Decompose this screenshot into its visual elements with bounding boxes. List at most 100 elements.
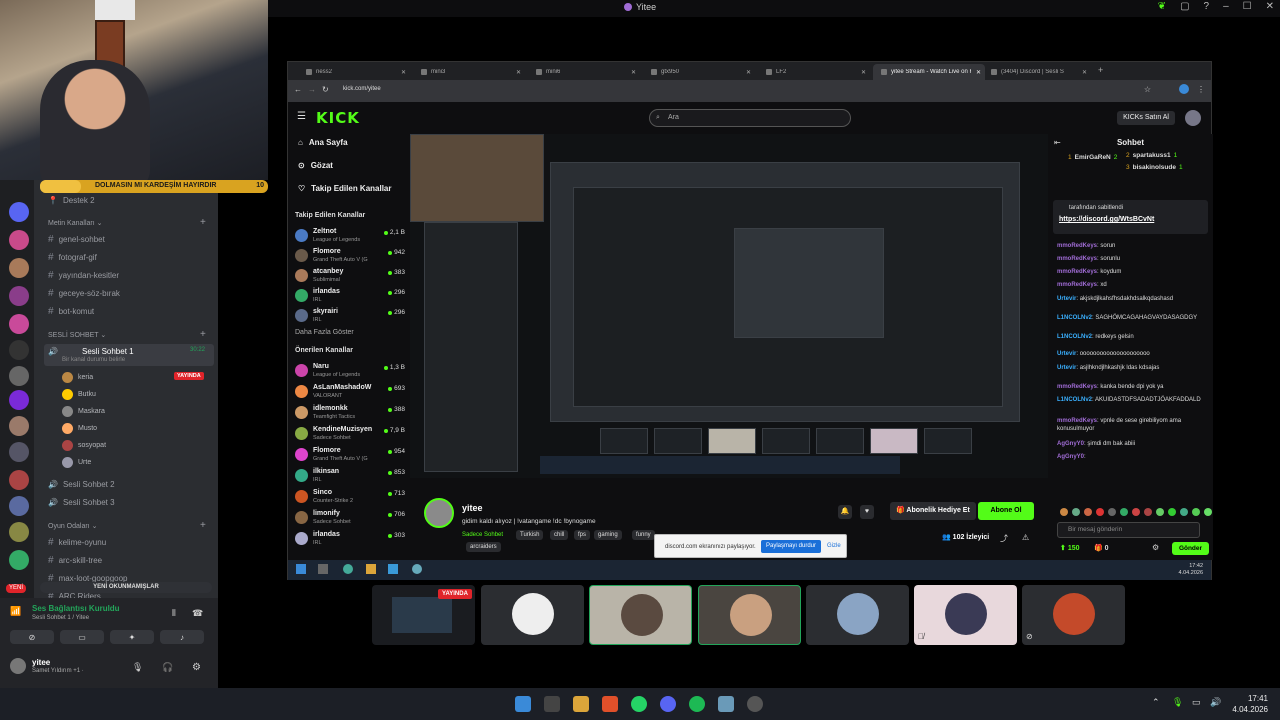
inner-app-icon[interactable]: [388, 564, 398, 574]
chat-username[interactable]: AgGnyY0: [1057, 454, 1084, 460]
inner-chrome-icon[interactable]: [343, 564, 353, 574]
voice-user[interactable]: keria YAYINDA: [62, 370, 204, 384]
category-game-rooms[interactable]: Oyun Odaları ⌄: [48, 522, 97, 530]
user-avatar[interactable]: [1185, 110, 1201, 126]
search-input[interactable]: ⌕ Ara: [649, 109, 851, 127]
server-icon[interactable]: [9, 390, 29, 410]
server-icon[interactable]: [9, 314, 29, 334]
soundboard-button[interactable]: ♪: [160, 630, 204, 644]
stream-tag[interactable]: Sadece Sohbet: [462, 530, 507, 540]
nav-item[interactable]: ♡ Takip Edilen Kanallar: [298, 184, 392, 193]
chat-message[interactable]: Urtevir: asjlhkndjlhkashjk ldas kdsajas: [1057, 364, 1207, 372]
active-voice-channel[interactable]: 🔊 Sesli Sohbet 1 30:22 Bir kanal durumu …: [44, 344, 214, 366]
app-icon[interactable]: [718, 696, 734, 712]
server-icon[interactable]: [9, 366, 29, 386]
chat-username[interactable]: Urtevir: [1057, 351, 1076, 357]
participant-tile[interactable]: [806, 585, 909, 645]
stream-tag[interactable]: chill: [550, 530, 569, 540]
server-icon[interactable]: [9, 496, 29, 516]
chat-message[interactable]: mmoRedKeys: koydum: [1057, 268, 1207, 276]
voice-user[interactable]: Maskara: [62, 404, 105, 418]
text-channel[interactable]: # yayından-kesitler: [48, 268, 119, 282]
voice-user[interactable]: sosyopat: [62, 438, 106, 452]
stream-tag[interactable]: Turkish: [516, 530, 544, 540]
followed-channel[interactable]: Zeltnot League of Legends 2,1 B: [295, 227, 405, 247]
start-icon[interactable]: [515, 696, 531, 712]
camera-off-button[interactable]: ⊘: [10, 630, 54, 644]
send-button[interactable]: Gönder: [1172, 542, 1209, 555]
recommended-channel[interactable]: ilkinsan IRL 853: [295, 467, 405, 487]
chat-settings-icon[interactable]: ⚙: [1152, 543, 1159, 552]
add-channel-icon[interactable]: +: [200, 217, 206, 228]
game-channel[interactable]: # kelime-oyunu: [48, 535, 106, 549]
emote-icon[interactable]: [1072, 508, 1080, 516]
menu-icon[interactable]: ⋮: [1197, 85, 1205, 94]
maximize-icon[interactable]: ☐: [1243, 1, 1252, 12]
spotify-icon[interactable]: [689, 696, 705, 712]
chat-username[interactable]: mmoRedKeys: [1057, 256, 1097, 262]
headphones-icon[interactable]: 🎧: [162, 662, 173, 673]
forward-icon[interactable]: →: [308, 85, 316, 94]
recommended-channel[interactable]: idlemonkk Teamfight Tactics 388: [295, 404, 405, 424]
pinned-message[interactable]: tarafından sabitlendi https://discord.gg…: [1053, 200, 1208, 234]
browser-tab[interactable]: ness2 ✕: [298, 64, 410, 80]
discord-icon[interactable]: [660, 696, 676, 712]
text-channel[interactable]: # genel-sohbet: [48, 232, 105, 246]
heart-icon[interactable]: ♥: [860, 505, 874, 519]
noise-icon[interactable]: ⫴: [172, 608, 176, 619]
browser-tab[interactable]: yitee Stream - Watch Live on K ✕: [873, 64, 985, 80]
inner-search-icon[interactable]: [318, 564, 328, 574]
category-voice[interactable]: SESLİ SOHBET ⌄: [48, 331, 106, 339]
bell-icon[interactable]: 🔔: [838, 505, 852, 519]
task-view-icon[interactable]: [544, 696, 560, 712]
report-icon[interactable]: ⚠: [1022, 533, 1029, 542]
file-explorer-icon[interactable]: [573, 696, 589, 712]
emote-icon[interactable]: [1120, 508, 1128, 516]
profile-icon[interactable]: [1179, 84, 1189, 94]
kick-logo[interactable]: KICK: [316, 109, 360, 127]
chat-message[interactable]: mmoRedKeys: kanka bende dpi yok ya: [1057, 383, 1207, 391]
share-icon[interactable]: ⤴: [1000, 533, 1008, 544]
inner-start-icon[interactable]: [296, 564, 306, 574]
browser-tab[interactable]: gtx950 ✕: [643, 64, 755, 80]
server-icon[interactable]: [9, 202, 29, 222]
network-icon[interactable]: ▭: [1192, 697, 1201, 708]
chat-message[interactable]: Urtevir: akjskdjlkahsfhsdakhdsalkqdashas…: [1057, 295, 1207, 303]
add-channel-icon[interactable]: +: [200, 329, 206, 340]
voice-user[interactable]: Musto: [62, 421, 97, 435]
emote-icon[interactable]: [1204, 508, 1212, 516]
gift-subscription-button[interactable]: 🎁 Abonelik Hediye Et: [890, 502, 976, 520]
avatar[interactable]: [10, 658, 26, 674]
server-icon[interactable]: [9, 522, 29, 542]
followed-channel[interactable]: Flomore Grand Theft Auto V (G... 942: [295, 247, 405, 267]
chat-message[interactable]: mmoRedKeys: vpnle de sese girebiliyom am…: [1057, 417, 1207, 433]
participant-tile[interactable]: [481, 585, 584, 645]
recommended-channel[interactable]: Flomore Grand Theft Auto V (G... 954: [295, 446, 405, 466]
new-tab-icon[interactable]: +: [1098, 65, 1103, 75]
server-icon[interactable]: [9, 258, 29, 278]
stop-sharing-button[interactable]: Paylaşmayı durdur: [761, 540, 822, 553]
game-channel[interactable]: # arc-skill-tree: [48, 553, 102, 567]
leaf-icon[interactable]: ❦: [1158, 1, 1166, 12]
chat-message[interactable]: L1NCOLNv2: AKUIDASTDFSADADTJÖAKFADDALD: [1057, 396, 1207, 404]
browser-tab[interactable]: LF2 ✕: [758, 64, 870, 80]
channel-destek-2[interactable]: 📍 Destek 2: [48, 193, 95, 207]
emote-icon[interactable]: [1156, 508, 1164, 516]
participant-tile[interactable]: [698, 585, 801, 645]
tab-close-icon[interactable]: ✕: [1082, 69, 1091, 76]
server-icon[interactable]: [9, 230, 29, 250]
chat-username[interactable]: Urtevir: [1057, 296, 1076, 302]
server-icon[interactable]: [9, 286, 29, 306]
server-icon[interactable]: [9, 416, 29, 436]
browser-tab[interactable]: mini3 ✕: [413, 64, 525, 80]
text-channel[interactable]: # bot-komut: [48, 304, 94, 318]
followed-channel[interactable]: irlandas IRL 296: [295, 287, 405, 307]
leaderboard-entry[interactable]: 1 EmirGaReN 2: [1068, 154, 1117, 161]
unread-pill[interactable]: YENİ OKUNMAMIŞLAR: [40, 582, 212, 593]
voice-user[interactable]: Urte: [62, 455, 91, 469]
chat-message[interactable]: L1NCOLNv2: redkeys gelsin: [1057, 333, 1207, 341]
follow-button[interactable]: Abone Ol: [978, 502, 1034, 520]
tab-close-icon[interactable]: ✕: [401, 69, 410, 76]
chat-username[interactable]: Urtevir: [1057, 365, 1076, 371]
tray-mic-icon[interactable]: 🎙: [1172, 697, 1183, 708]
